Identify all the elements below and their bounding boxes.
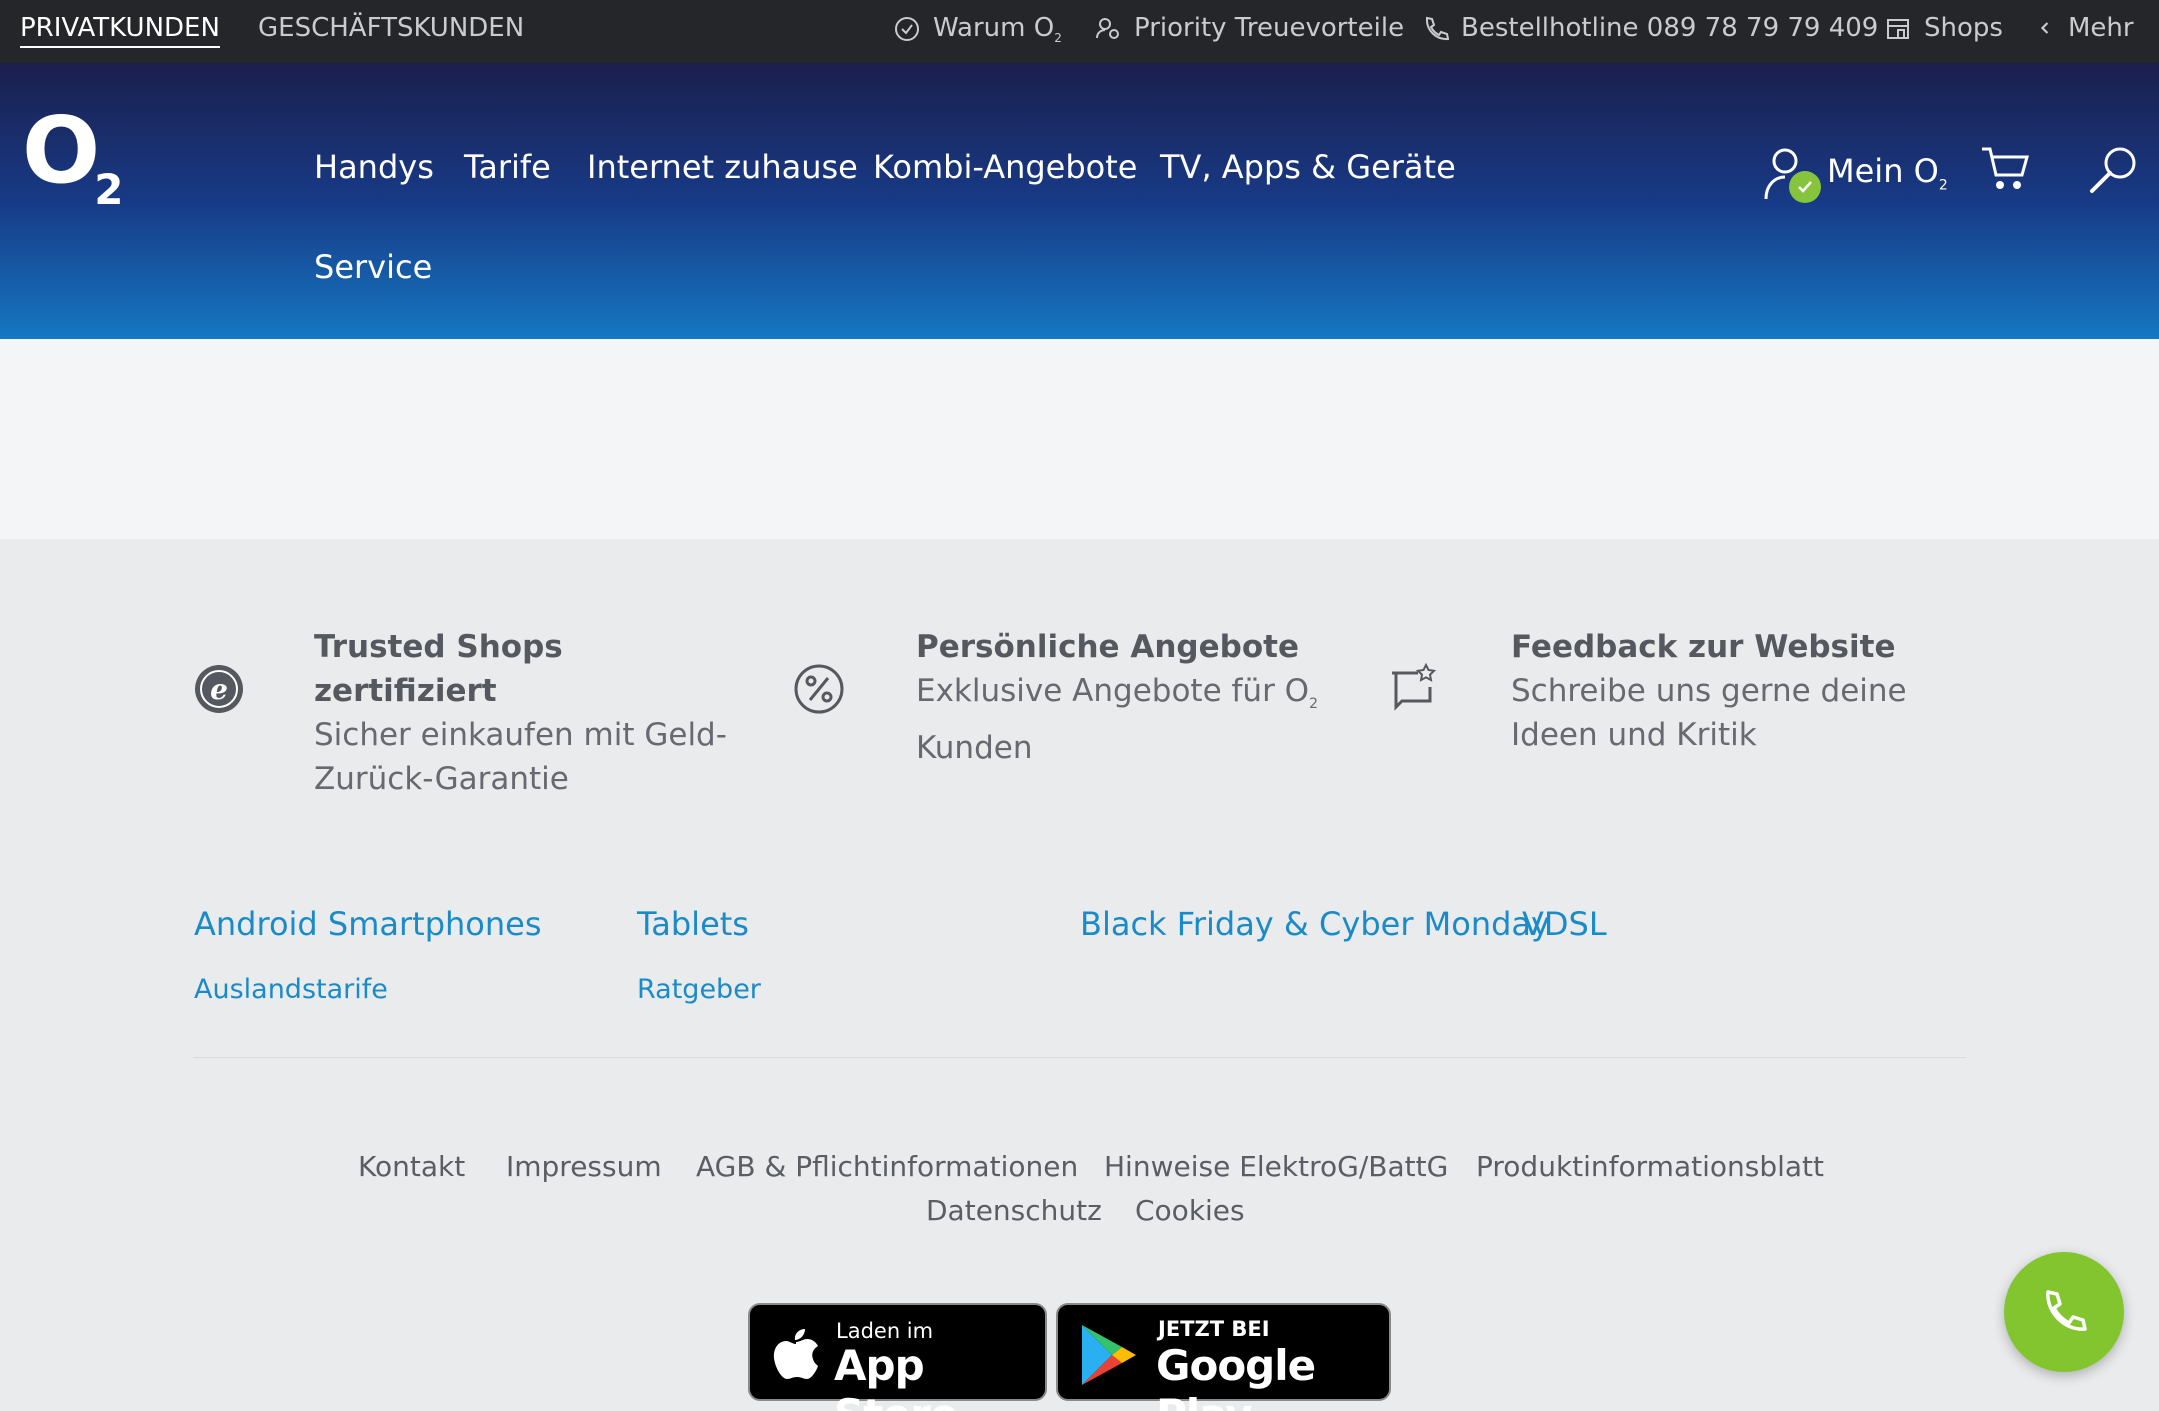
call-button[interactable] — [2004, 1252, 2124, 1372]
google-play-icon — [1082, 1325, 1136, 1385]
priority-user-icon — [1096, 18, 1119, 39]
feature-title: Persönliche Angebote — [916, 629, 1299, 665]
apple-icon — [773, 1329, 818, 1379]
segment-geschaeftskunden[interactable]: GESCHÄFTSKUNDEN — [258, 13, 524, 43]
footer-link-cookies[interactable]: Cookies — [1135, 1194, 1245, 1227]
trusted-shops-icon: e — [195, 665, 243, 713]
main-header: O2 Handys Tarife Internet zuhause Kombi-… — [0, 63, 2159, 339]
footer-link-impressum[interactable]: Impressum — [506, 1150, 662, 1183]
check-circle-icon — [895, 17, 919, 42]
feature-desc-line2: Ideen und Kritik — [1511, 717, 1757, 753]
footer-link-elektrog[interactable]: Hinweise ElektroG/BattG — [1104, 1150, 1448, 1183]
app-store-small: Laden im — [836, 1319, 934, 1343]
feature-desc-line2: Zurück-Garantie — [314, 761, 569, 797]
google-play-large: Google Play — [1156, 1341, 1316, 1411]
link-black-friday[interactable]: Black Friday & Cyber Monday — [1080, 905, 1550, 943]
google-play-small: JETZT BEI — [1158, 1317, 1270, 1341]
check-badge-icon — [1789, 171, 1821, 203]
hotline-link[interactable]: Bestellhotline 089 78 79 79 409 — [1421, 13, 1878, 43]
hotline-label: Bestellhotline 089 78 79 79 409 — [1461, 13, 1879, 43]
shops-link[interactable]: Shops — [1884, 13, 2003, 43]
link-vdsl[interactable]: VDSL — [1522, 905, 1607, 943]
feature-feedback[interactable]: Feedback zur Website Schreibe uns gerne … — [1511, 625, 1931, 757]
top-utility-bar: PRIVATKUNDEN GESCHÄFTSKUNDEN Warum O2 Pr… — [0, 0, 2159, 63]
link-tablets[interactable]: Tablets — [637, 905, 749, 943]
phone-icon — [2046, 1290, 2087, 1331]
nav-internet-zuhause[interactable]: Internet zuhause — [587, 148, 858, 186]
mehr-label: Mehr — [2068, 13, 2134, 43]
footer-link-agb[interactable]: AGB & Pflichtinformationen — [696, 1150, 1078, 1183]
link-android-smartphones[interactable]: Android Smartphones — [194, 905, 542, 943]
user-icon — [1763, 145, 1821, 203]
google-play-badge[interactable]: JETZT BEI Google Play — [1056, 1303, 1391, 1411]
app-store-large: App Store — [834, 1341, 958, 1411]
app-store-badge[interactable]: Laden im App Store — [748, 1303, 1047, 1411]
phone-icon — [1425, 16, 1449, 41]
link-auslandstarife[interactable]: Auslandstarife — [194, 974, 388, 1005]
nav-service[interactable]: Service — [314, 248, 432, 286]
warum-sub: 2 — [1054, 31, 1062, 46]
shops-label: Shops — [1924, 13, 2003, 43]
feature-title: Trusted Shops zertifiziert — [314, 629, 563, 709]
mein-label: Mein O — [1827, 152, 1939, 191]
feature-desc-line1: Exklusive Angebote für O — [916, 673, 1310, 709]
chevron-left-icon — [2040, 22, 2049, 34]
footer-link-datenschutz[interactable]: Datenschutz — [926, 1194, 1102, 1227]
feature-desc-sub: 2 — [1309, 696, 1318, 713]
logo-sub: 2 — [94, 165, 123, 214]
percent-icon — [794, 664, 844, 714]
warum-label: Warum O — [933, 13, 1055, 43]
mein-o2-link[interactable]: Mein O2 — [1763, 145, 1948, 203]
segment-privatkunden[interactable]: PRIVATKUNDEN — [20, 13, 220, 48]
mehr-link[interactable]: Mehr — [2036, 13, 2134, 43]
feature-desc-line1: Sicher einkaufen mit Geld- — [314, 717, 727, 753]
feature-title: Feedback zur Website — [1511, 629, 1896, 665]
feature-trusted-shops[interactable]: Trusted Shops zertifiziert Sicher einkau… — [314, 625, 734, 801]
cart-icon[interactable] — [1980, 143, 2032, 193]
content-band — [0, 339, 2159, 539]
feature-persoenliche-angebote[interactable]: Persönliche Angebote Exklusive Angebote … — [916, 625, 1356, 770]
o2-logo[interactable]: O2 — [22, 105, 123, 214]
feature-desc-line2: Kunden — [916, 730, 1033, 767]
svg-text:e: e — [210, 673, 228, 706]
nav-tv-apps-geraete[interactable]: TV, Apps & Geräte — [1160, 148, 1456, 186]
footer-link-produktinformationsblatt[interactable]: Produktinformationsblatt — [1476, 1150, 1824, 1183]
search-icon[interactable] — [2088, 143, 2140, 195]
logo-letter: O — [22, 97, 100, 204]
nav-kombi-angebote[interactable]: Kombi-Angebote — [873, 148, 1137, 186]
nav-handys[interactable]: Handys — [314, 148, 434, 186]
link-ratgeber[interactable]: Ratgeber — [637, 974, 761, 1005]
feature-desc-line1: Schreibe uns gerne deine — [1511, 673, 1907, 709]
feedback-icon — [1392, 663, 1437, 711]
shop-icon — [1887, 19, 1909, 39]
nav-tarife[interactable]: Tarife — [464, 148, 551, 186]
warum-o2-link[interactable]: Warum O2 — [893, 13, 1062, 45]
priority-link[interactable]: Priority Treuevorteile — [1094, 13, 1404, 43]
priority-label: Priority Treuevorteile — [1134, 13, 1405, 43]
mein-sub: 2 — [1938, 177, 1948, 194]
footer-link-kontakt[interactable]: Kontakt — [358, 1150, 465, 1183]
footer-divider — [193, 1057, 1966, 1058]
